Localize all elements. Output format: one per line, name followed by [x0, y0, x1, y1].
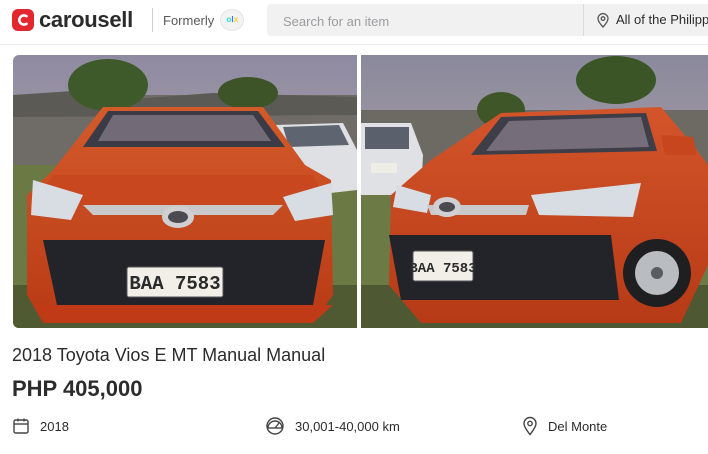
location-label: All of the Philippines — [616, 12, 708, 27]
speedometer-icon — [266, 417, 284, 435]
olx-badge-icon: olx — [220, 9, 245, 31]
license-plate-2: BAA 7583 — [409, 261, 476, 277]
top-header: carousell Formerly olx All of the Philip… — [0, 0, 708, 45]
location-attribute: Del Monte — [522, 415, 607, 437]
formerly-olx: Formerly olx — [163, 9, 245, 31]
formerly-label: Formerly — [163, 12, 215, 28]
license-plate-1: BAA 7583 — [129, 273, 220, 295]
carousell-logo-icon — [12, 9, 34, 31]
map-pin-icon — [523, 416, 537, 436]
calendar-icon — [13, 418, 29, 434]
location-value: Del Monte — [548, 418, 608, 434]
listing-title: 2018 Toyota Vios E MT Manual Manual — [12, 345, 326, 365]
carousell-logo[interactable]: carousell — [12, 6, 133, 34]
year-attribute: 2018 — [12, 415, 69, 437]
mileage-attribute: 30,001-40,000 km — [265, 415, 400, 437]
location-pin-icon — [597, 13, 609, 28]
year-value: 2018 — [40, 418, 69, 434]
search-box — [267, 4, 583, 36]
listing-photo-1[interactable]: BAA 7583 — [13, 55, 357, 328]
logo-divider — [152, 8, 153, 32]
listing-photo-2[interactable]: BAA 7583 — [361, 55, 708, 328]
logo-text: carousell — [39, 7, 133, 32]
listing-price: PHP 405,000 — [12, 376, 143, 401]
location-selector[interactable]: All of the Philippines — [583, 4, 708, 36]
mileage-value: 30,001-40,000 km — [295, 418, 400, 434]
search-input[interactable] — [281, 12, 575, 30]
